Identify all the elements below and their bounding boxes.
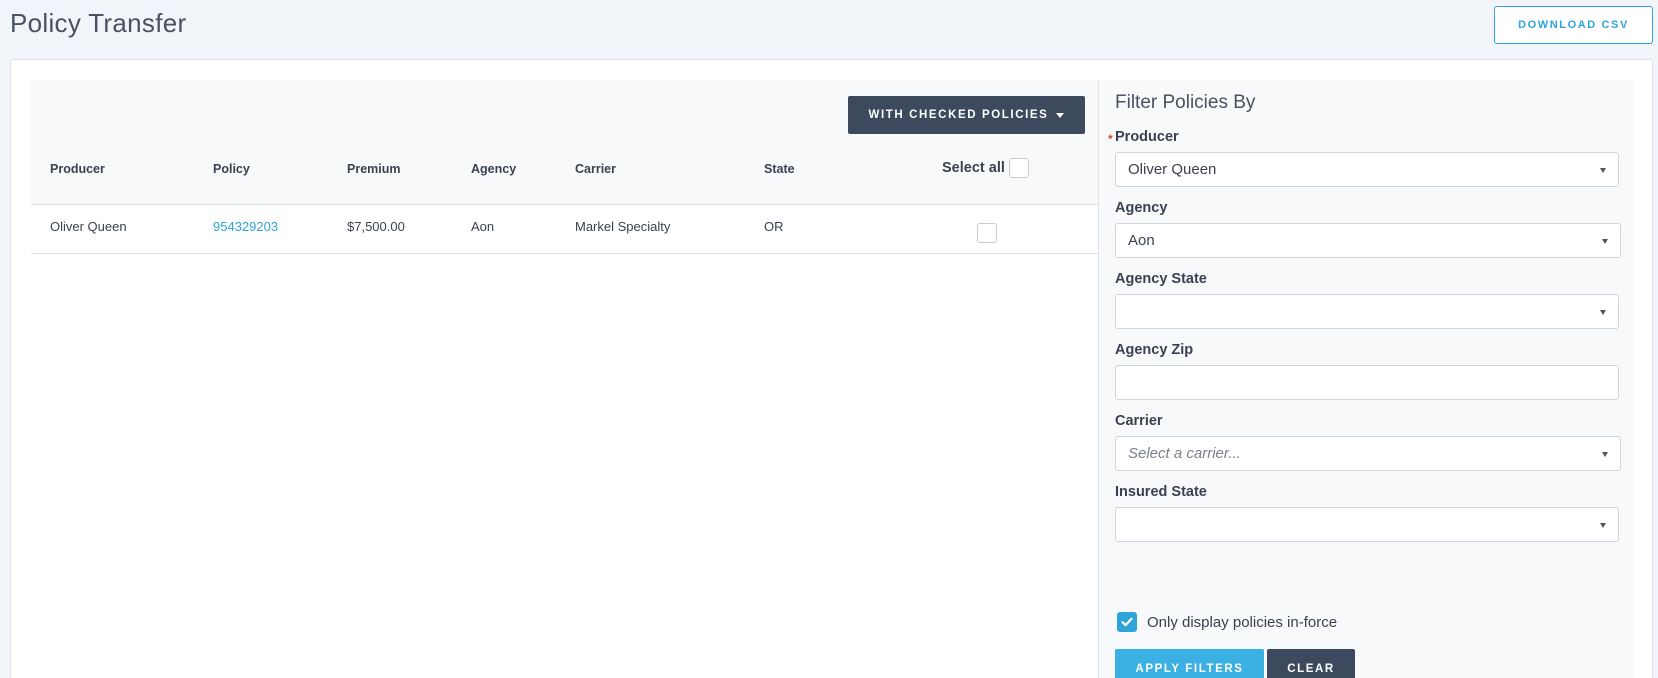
dropdown-arrow-icon	[1600, 167, 1606, 173]
column-header-agency[interactable]: Agency	[471, 162, 516, 176]
carrier-select[interactable]: Select a carrier...	[1115, 436, 1621, 471]
carrier-label: Carrier	[1115, 413, 1163, 429]
carrier-select-placeholder: Select a carrier...	[1128, 445, 1241, 462]
with-checked-policies-button[interactable]: WITH CHECKED POLICIES	[848, 96, 1085, 134]
column-header-policy[interactable]: Policy	[213, 162, 250, 176]
select-all-label: Select all	[942, 160, 1005, 176]
cell-carrier: Markel Specialty	[575, 219, 671, 234]
filter-panel-title: Filter Policies By	[1115, 92, 1256, 113]
agency-zip-label: Agency Zip	[1115, 342, 1194, 358]
agency-state-select[interactable]	[1115, 294, 1619, 329]
main-card: WITH CHECKED POLICIES Producer Policy Pr…	[10, 59, 1653, 678]
download-csv-button[interactable]: DOWNLOAD CSV	[1494, 6, 1653, 44]
clear-button[interactable]: CLEAR	[1267, 649, 1355, 678]
column-header-premium[interactable]: Premium	[347, 162, 401, 176]
page-title: Policy Transfer	[10, 8, 187, 38]
with-checked-policies-label: WITH CHECKED POLICIES	[868, 109, 1049, 121]
insured-state-label: Insured State	[1115, 484, 1207, 500]
table-header: Producer Policy Premium Agency Carrier S…	[31, 142, 1098, 205]
producer-select-value: Oliver Queen	[1128, 161, 1217, 178]
column-header-carrier[interactable]: Carrier	[575, 162, 616, 176]
dropdown-arrow-icon	[1602, 238, 1608, 244]
inforce-label: Only display policies in-force	[1147, 613, 1338, 631]
cell-premium: $7,500.00	[347, 219, 405, 234]
agency-label: Agency	[1115, 200, 1168, 216]
apply-filters-button[interactable]: APPLY FILTERS	[1115, 649, 1264, 678]
required-indicator: *	[1108, 132, 1113, 146]
agency-select-value: Aon	[1128, 232, 1155, 249]
column-header-state[interactable]: State	[764, 162, 795, 176]
policy-table-pane: WITH CHECKED POLICIES Producer Policy Pr…	[31, 80, 1098, 678]
dropdown-arrow-icon	[1600, 522, 1606, 528]
select-all-checkbox[interactable]	[1009, 158, 1029, 178]
producer-label: Producer	[1115, 129, 1179, 145]
table-row: Oliver Queen 954329203 $7,500.00 Aon Mar…	[31, 205, 1098, 254]
policy-link[interactable]: 954329203	[213, 219, 278, 234]
column-header-producer[interactable]: Producer	[50, 162, 105, 176]
cell-state: OR	[764, 219, 784, 234]
row-checkbox[interactable]	[977, 223, 997, 243]
inforce-checkbox[interactable]	[1117, 612, 1137, 632]
filter-panel: Filter Policies By * Producer Oliver Que…	[1098, 80, 1634, 678]
agency-select[interactable]: Aon	[1115, 223, 1621, 258]
dropdown-arrow-icon	[1602, 451, 1608, 457]
agency-zip-input[interactable]	[1115, 365, 1619, 400]
caret-down-icon	[1056, 112, 1065, 118]
insured-state-select[interactable]	[1115, 507, 1619, 542]
checkmark-icon	[1121, 617, 1133, 627]
cell-producer: Oliver Queen	[50, 219, 127, 234]
agency-state-label: Agency State	[1115, 271, 1207, 287]
dropdown-arrow-icon	[1600, 309, 1606, 315]
producer-select[interactable]: Oliver Queen	[1115, 152, 1619, 187]
cell-agency: Aon	[471, 219, 495, 234]
inforce-toggle[interactable]: Only display policies in-force	[1117, 612, 1337, 632]
